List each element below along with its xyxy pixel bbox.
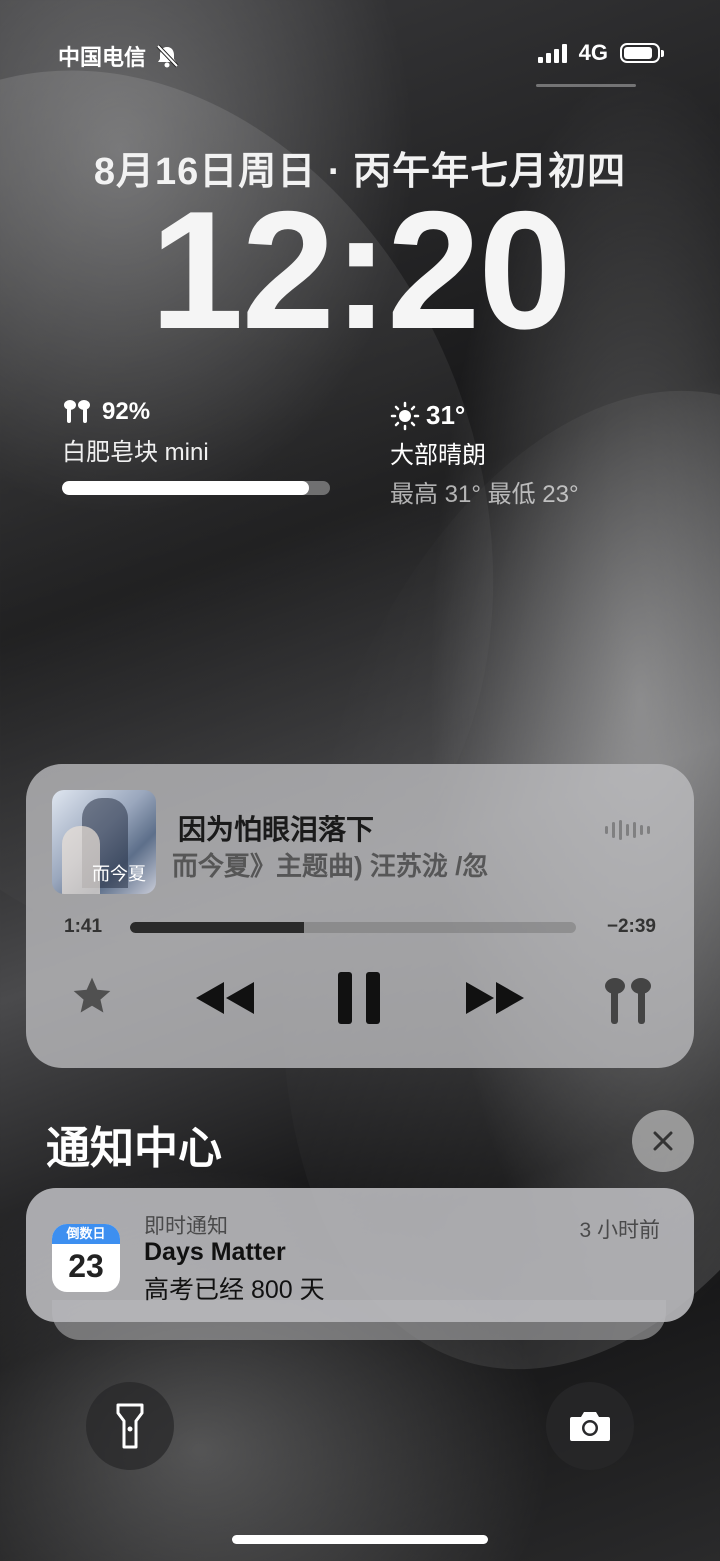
network-type: 4G	[578, 40, 608, 65]
playback-scrubber[interactable]	[130, 922, 576, 933]
close-icon	[653, 1131, 673, 1151]
flashlight-icon	[116, 1403, 144, 1449]
remaining-time: −2:39	[606, 916, 656, 937]
track-subtitle: 而今夏》主题曲) 汪苏泷 /忽	[172, 846, 618, 883]
now-playing-widget[interactable]: 而今夏 因为怕眼泪落下 而今夏》主题曲) 汪苏泷 /忽 1:41 −2:39	[26, 764, 694, 1068]
lock-time: 12:20	[150, 176, 572, 364]
battery-widget[interactable]: 92% 白肥皂块 mini	[62, 398, 332, 495]
flashlight-button[interactable]	[86, 1382, 174, 1470]
battery-level-fill	[62, 481, 309, 495]
album-art[interactable]: 而今夏	[52, 790, 156, 894]
favorite-button[interactable]	[70, 974, 114, 1023]
sun-icon	[390, 401, 420, 430]
fast-forward-button[interactable]	[464, 978, 526, 1023]
clear-notifications-button[interactable]	[632, 1110, 694, 1172]
rewind-button[interactable]	[194, 978, 256, 1023]
weather-widget[interactable]: 31° 大部晴朗 最高 31° 最低 23°	[390, 400, 650, 509]
fast-forward-icon	[466, 982, 524, 1014]
track-subtitle-text: 而今夏》主题曲) 汪苏泷 /忽	[172, 851, 489, 881]
pause-icon	[338, 972, 380, 1024]
camera-button[interactable]	[546, 1382, 634, 1470]
status-underline	[536, 84, 636, 87]
battery-level-bar	[62, 481, 330, 495]
home-indicator[interactable]	[232, 1535, 488, 1544]
elapsed-time: 1:41	[64, 916, 103, 937]
notification-card[interactable]: 倒数日 23 即时通知 3 小时前 Days Matter 高考已经 800 天	[26, 1188, 694, 1322]
rewind-icon	[196, 982, 254, 1014]
notification-kind: 即时通知	[144, 1215, 228, 1238]
star-icon	[73, 977, 111, 1013]
pause-button[interactable]	[336, 970, 382, 1031]
bell-slash-icon	[156, 44, 179, 68]
audio-wave-icon	[605, 820, 650, 840]
weather-temperature: 31°	[426, 400, 466, 430]
album-art-text: 而今夏	[92, 864, 146, 885]
weather-condition: 大部晴朗	[390, 442, 486, 469]
battery-percent: 92%	[102, 398, 151, 425]
status-bar: 中国电信 4G	[58, 40, 664, 74]
battery-icon	[620, 43, 664, 63]
notification-center-title: 通知中心	[46, 1124, 222, 1173]
app-icon-number: 23	[68, 1248, 104, 1284]
track-title: 因为怕眼泪落下	[178, 814, 375, 845]
signal-icon	[537, 43, 567, 63]
airpods-icon	[64, 400, 90, 423]
airpods-icon	[605, 978, 651, 1024]
notification-time: 3 小时前	[579, 1219, 660, 1242]
notification-body: 高考已经 800 天	[144, 1276, 325, 1304]
status-right: 4G	[537, 40, 664, 66]
weather-range: 最高 31° 最低 23°	[390, 481, 579, 508]
carrier-label: 中国电信	[58, 45, 147, 70]
playback-progress-fill	[130, 922, 304, 933]
device-name: 白肥皂块 mini	[62, 439, 209, 466]
app-icon-header: 倒数日	[52, 1224, 120, 1244]
days-matter-app-icon: 倒数日 23	[52, 1224, 120, 1292]
camera-icon	[570, 1412, 610, 1441]
notification-app-name: Days Matter	[144, 1238, 286, 1266]
carrier: 中国电信	[58, 40, 180, 72]
airplay-button[interactable]	[602, 976, 654, 1033]
